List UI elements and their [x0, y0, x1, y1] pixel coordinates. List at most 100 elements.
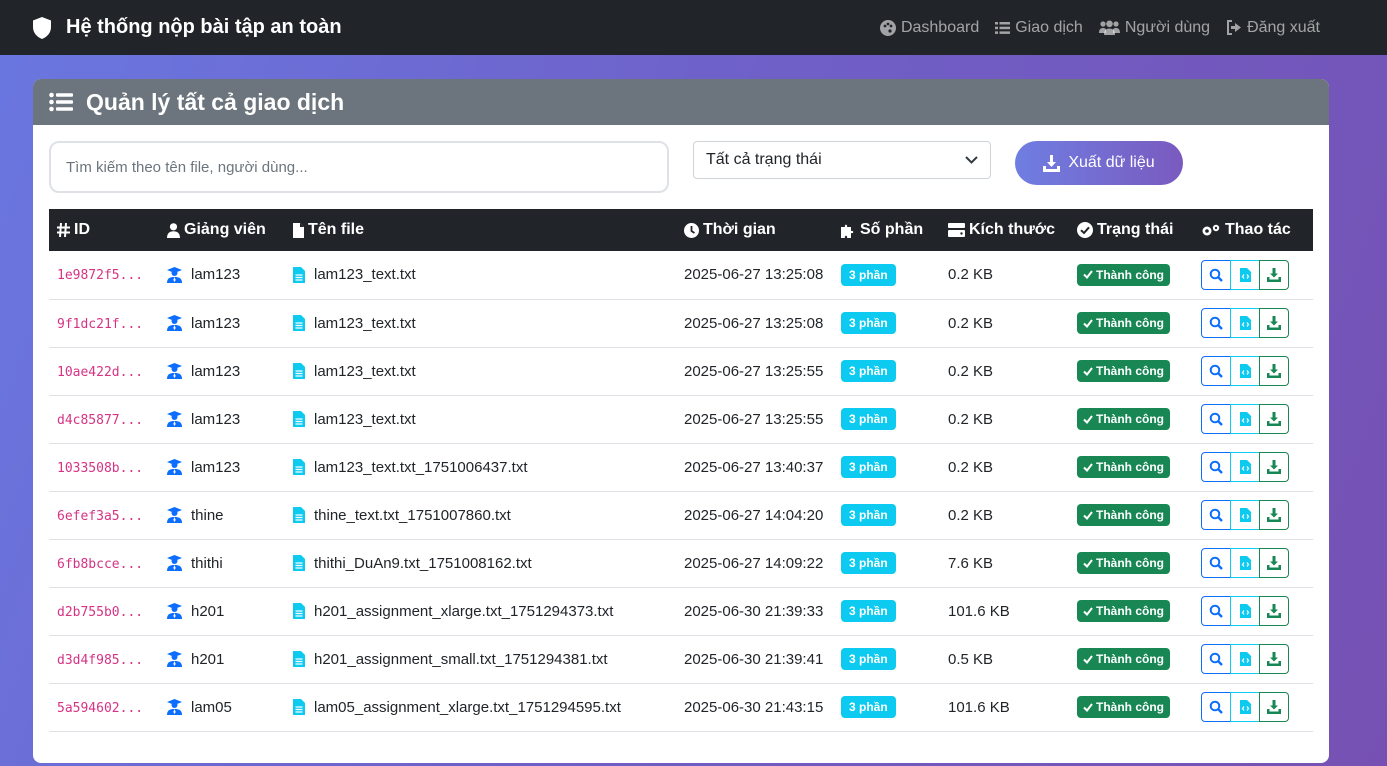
teacher-name: lam123 [191, 314, 241, 332]
filename-cell: lam123_text.txt [285, 395, 676, 444]
parts-cell: 3 phần [833, 635, 940, 684]
table-row[interactable]: 10ae422d... lam123 lam123_text.txt 2025-… [49, 347, 1313, 396]
parts-badge: 3 phần [841, 600, 896, 622]
status-badge: Thành công [1077, 408, 1170, 430]
time-cell: 2025-06-27 13:25:55 [676, 347, 833, 396]
status-cell: Thành công [1069, 251, 1193, 300]
table-row[interactable]: 5a594602... lam05 lam05_assignment_xlarg… [49, 683, 1313, 732]
view-code-button[interactable] [1230, 452, 1260, 482]
col-header-size[interactable]: Kích thước [940, 209, 1069, 251]
status-badge: Thành công [1077, 504, 1170, 526]
view-button[interactable] [1201, 308, 1231, 338]
timestamp: 2025-06-27 14:09:22 [684, 554, 824, 572]
view-button[interactable] [1201, 644, 1231, 674]
download-button[interactable] [1259, 596, 1289, 626]
download-button[interactable] [1259, 452, 1289, 482]
view-code-button[interactable] [1230, 259, 1260, 290]
check-icon [1083, 510, 1093, 520]
table-row[interactable]: 9f1dc21f... lam123 lam123_text.txt 2025-… [49, 299, 1313, 348]
view-code-button[interactable] [1230, 692, 1260, 722]
status-label: Thành công [1096, 508, 1164, 522]
download-button[interactable] [1259, 692, 1289, 722]
download-button[interactable] [1259, 308, 1289, 338]
table-header-row: ID Giảng viên Tên file Thời gian Số phần… [49, 209, 1313, 251]
transaction-id: d2b755b0... [57, 604, 144, 620]
view-button[interactable] [1201, 356, 1231, 386]
col-header-actions[interactable]: Thao tác [1193, 209, 1313, 251]
download-button[interactable] [1259, 644, 1289, 674]
col-header-filename[interactable]: Tên file [285, 209, 676, 251]
file-code-icon [1239, 364, 1251, 378]
view-code-button[interactable] [1230, 404, 1260, 434]
view-button[interactable] [1201, 500, 1231, 530]
nav-users-label: Người dùng [1124, 18, 1211, 36]
nav-transactions[interactable]: Giao dịch [995, 19, 1083, 37]
status-filter-select[interactable]: Tất cả trạng thái [693, 141, 991, 179]
size-cell: 0.2 KB [940, 395, 1069, 444]
status-cell: Thành công [1069, 299, 1193, 348]
view-code-button[interactable] [1230, 596, 1260, 626]
view-code-button[interactable] [1230, 308, 1260, 338]
nav-logout[interactable]: Đăng xuất [1226, 19, 1320, 37]
download-button[interactable] [1259, 259, 1289, 290]
file-name: lam123_text.txt [314, 266, 416, 284]
col-header-time[interactable]: Thời gian [676, 209, 833, 251]
view-button[interactable] [1201, 259, 1231, 290]
view-code-button[interactable] [1230, 356, 1260, 386]
teacher-name: lam123 [191, 266, 241, 284]
view-button[interactable] [1201, 692, 1231, 722]
table-row[interactable]: 6efef3a5... thine thine_text.txt_1751007… [49, 491, 1313, 540]
timestamp: 2025-06-27 13:25:08 [684, 314, 824, 332]
download-button[interactable] [1259, 356, 1289, 386]
teacher-name: lam05 [191, 698, 232, 716]
download-icon [1043, 154, 1061, 172]
file-code-icon [1239, 316, 1251, 330]
brand-title: Hệ thống nộp bài tập an toàn [66, 16, 342, 38]
col-header-teacher[interactable]: Giảng viên [159, 209, 285, 251]
transaction-id: 10ae422d... [57, 364, 144, 380]
id-cell: 6fb8bcce... [49, 539, 159, 588]
table-row[interactable]: d4c85877... lam123 lam123_text.txt 2025-… [49, 395, 1313, 444]
nav-dashboard[interactable]: Dashboard [879, 19, 979, 37]
file-code-icon [1239, 700, 1251, 714]
teacher-cell: h201 [159, 587, 285, 636]
col-header-status[interactable]: Trạng thái [1069, 209, 1193, 251]
brand[interactable]: Hệ thống nộp bài tập an toàn [32, 0, 342, 55]
table-row[interactable]: d2b755b0... h201 h201_assignment_xlarge.… [49, 587, 1313, 636]
transaction-id: d3d4f985... [57, 652, 144, 668]
file-size: 0.2 KB [948, 410, 994, 428]
export-data-button[interactable]: Xuất dữ liệu [1015, 141, 1183, 185]
col-header-parts[interactable]: Số phần [833, 209, 940, 251]
table-row[interactable]: d3d4f985... h201 h201_assignment_small.t… [49, 635, 1313, 684]
download-button[interactable] [1259, 500, 1289, 530]
file-name: lam123_text.txt [314, 410, 416, 428]
search-input[interactable] [49, 141, 669, 193]
view-code-button[interactable] [1230, 644, 1260, 674]
download-button[interactable] [1259, 404, 1289, 434]
nav-users[interactable]: Người dùng [1098, 18, 1211, 37]
view-button[interactable] [1201, 452, 1231, 482]
view-code-button[interactable] [1230, 548, 1260, 578]
view-code-button[interactable] [1230, 500, 1260, 530]
col-header-size-label: Kích thước [969, 221, 1056, 238]
view-button[interactable] [1201, 404, 1231, 434]
timestamp: 2025-06-30 21:39:41 [684, 650, 824, 668]
table-row[interactable]: 1033508b... lam123 lam123_text.txt_17510… [49, 443, 1313, 492]
users-icon [1098, 20, 1120, 35]
action-group [1201, 596, 1289, 626]
download-icon [1267, 652, 1281, 666]
status-label: Thành công [1096, 700, 1164, 714]
table-row[interactable]: 1e9872f5... lam123 lam123_text.txt 2025-… [49, 251, 1313, 300]
col-header-parts-label: Số phần [860, 221, 924, 238]
col-header-id[interactable]: ID [49, 209, 159, 251]
nav-links: Dashboard Giao dịch Người dùng Đăng xuất [879, 0, 1320, 55]
table-row[interactable]: 6fb8bcce... thithi thithi_DuAn9.txt_1751… [49, 539, 1313, 588]
view-button[interactable] [1201, 548, 1231, 578]
teacher-name: thithi [191, 554, 223, 572]
teacher-icon [167, 555, 182, 571]
download-button[interactable] [1259, 548, 1289, 578]
teacher-icon [167, 411, 182, 427]
teacher-cell: thithi [159, 539, 285, 588]
file-icon [293, 222, 304, 238]
view-button[interactable] [1201, 596, 1231, 626]
